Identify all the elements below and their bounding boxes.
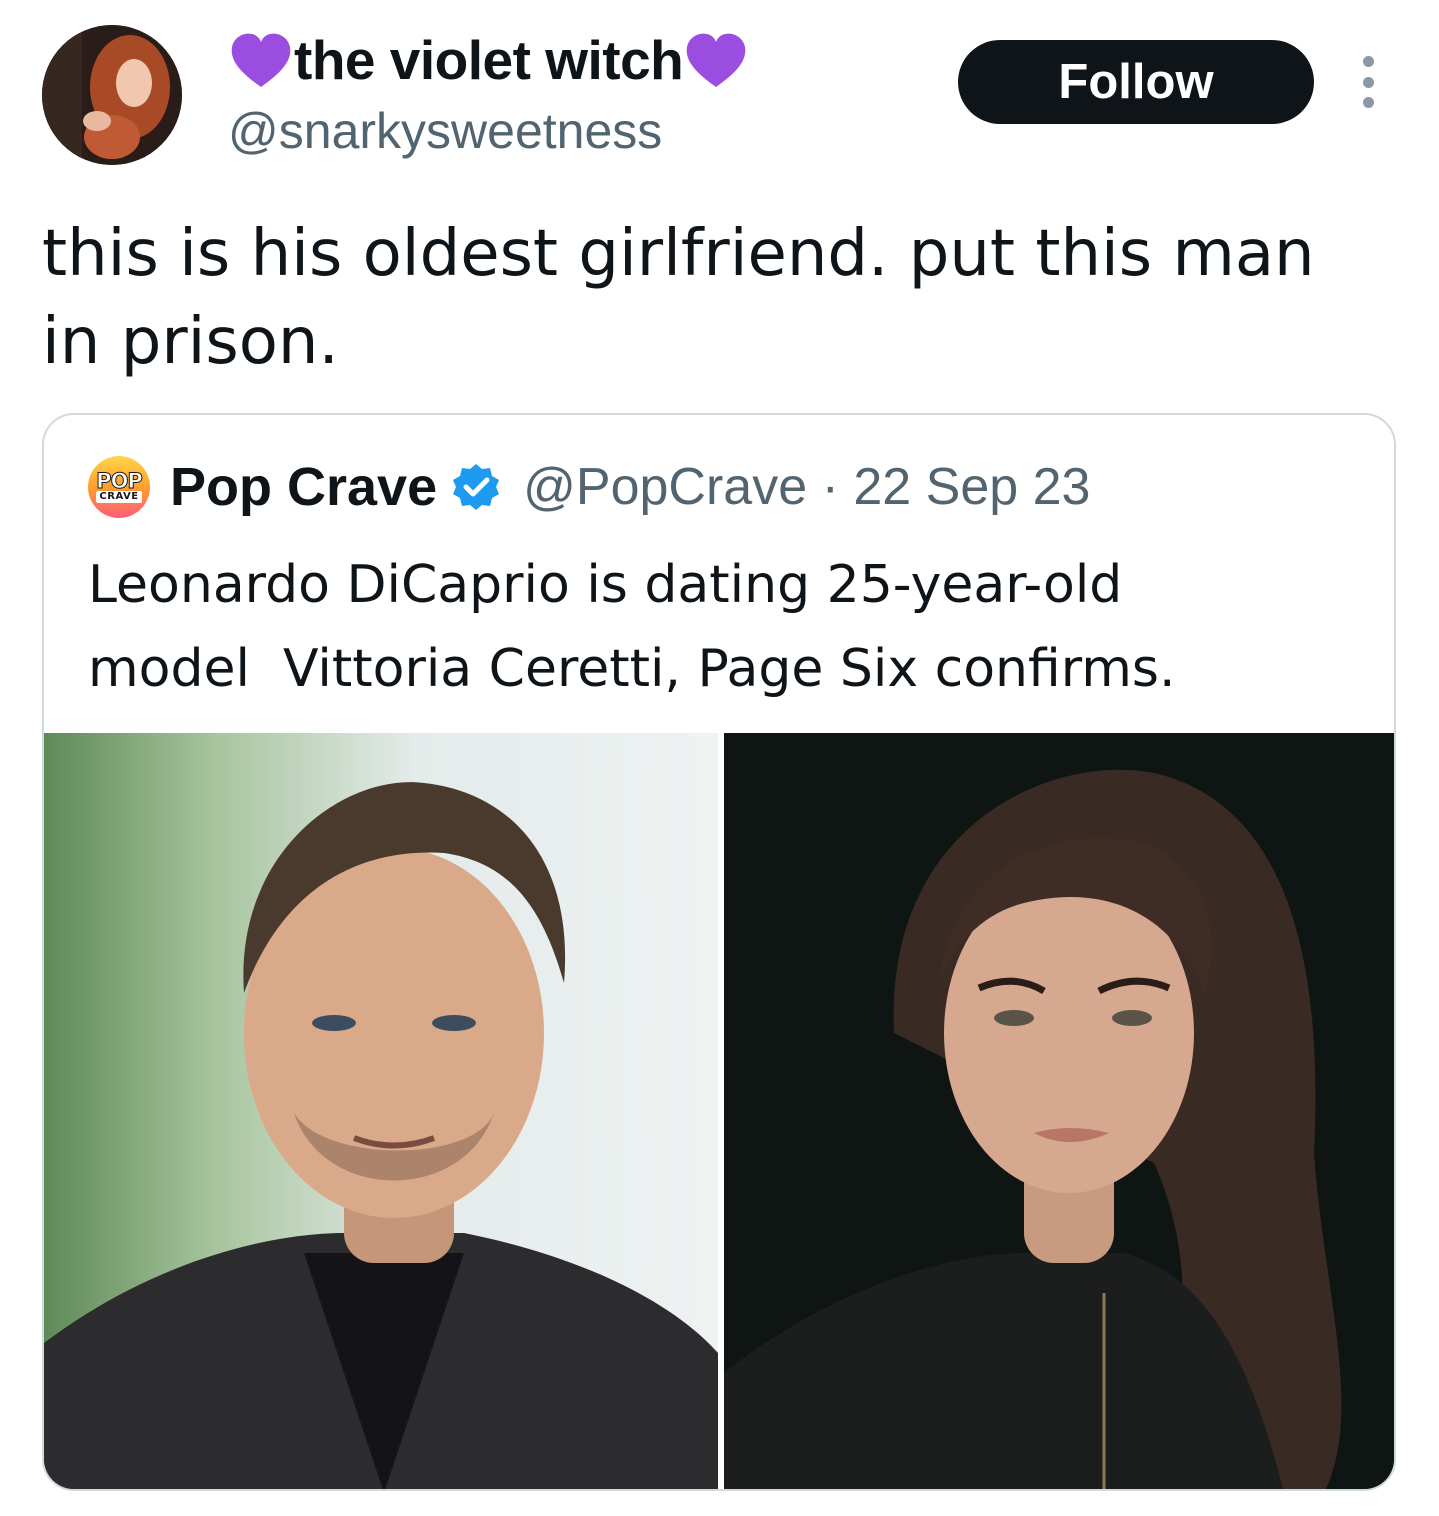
follow-button[interactable]: Follow xyxy=(958,40,1314,124)
author-display-name[interactable]: the violet witch xyxy=(228,28,749,92)
purple-heart-icon xyxy=(228,31,294,89)
dot xyxy=(1362,76,1374,88)
popcrave-avatar[interactable]: POP CRAVE xyxy=(88,456,150,518)
quoted-handle[interactable]: @PopCrave xyxy=(523,457,807,517)
avatar-photo xyxy=(42,25,182,165)
quoted-date[interactable]: 22 Sep 23 xyxy=(853,457,1090,517)
more-options-icon[interactable] xyxy=(1350,56,1386,108)
photo-man-portrait[interactable] xyxy=(44,733,718,1489)
verified-badge-icon xyxy=(451,462,501,512)
purple-heart-icon xyxy=(683,31,749,89)
author-handle[interactable]: @snarkysweetness xyxy=(228,102,662,160)
quoted-tweet-text: Leonardo DiCaprio is dating 25-year-old … xyxy=(88,555,1176,699)
avatar-logo-bottom: CRAVE xyxy=(96,491,142,503)
dot xyxy=(1362,97,1374,108)
avatar-logo-top: POP xyxy=(96,469,144,493)
tweet-text: this is his oldest girlfriend. put this … xyxy=(42,210,1402,386)
meta-separator: · xyxy=(821,458,839,516)
author-name-text: the violet witch xyxy=(294,29,684,91)
photo-woman-portrait[interactable] xyxy=(724,733,1394,1489)
quoted-media-grid xyxy=(44,733,1394,1489)
author-avatar[interactable] xyxy=(42,25,182,165)
dot xyxy=(1362,56,1374,67)
quoted-tweet-header: POP CRAVE Pop Crave @PopCrave · 22 Sep 2… xyxy=(88,455,1090,519)
quoted-author-name[interactable]: Pop Crave xyxy=(170,456,437,518)
quoted-tweet-card[interactable]: POP CRAVE Pop Crave @PopCrave · 22 Sep 2… xyxy=(42,413,1396,1491)
tweet-text-line: in prison. xyxy=(42,305,339,379)
tweet-text-line: this is his oldest girlfriend. put this … xyxy=(42,217,1315,291)
